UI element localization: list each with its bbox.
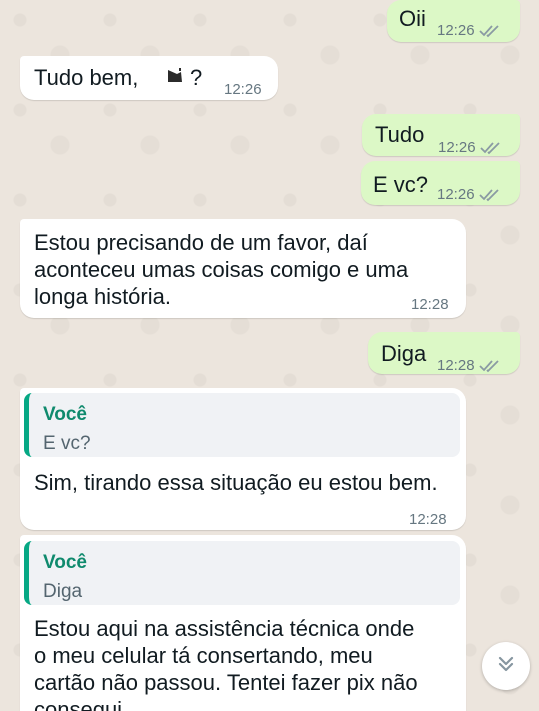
double-check-icon — [478, 24, 501, 38]
chat-area[interactable]: Oii 12:26 Tudo bem, ? 12:26 Tudo 12:26 E… — [0, 0, 539, 711]
message-outgoing[interactable]: Tudo 12:26 — [362, 114, 520, 156]
message-text: Sim, tirando essa situação eu estou bem. — [34, 470, 438, 495]
message-text: E vc? — [373, 172, 429, 197]
double-check-icon — [478, 359, 501, 373]
message-text: Diga — [381, 341, 427, 366]
message-text-line: aconteceu umas coisas comigo e uma — [34, 257, 409, 282]
message-time: 12:28 — [411, 296, 449, 313]
message-text-line: cartão não passou. Tentei fazer pix não — [34, 670, 418, 695]
message-text: Oii — [399, 6, 426, 31]
message-text: Tudo bem, — [34, 65, 139, 90]
quote-author: Você — [43, 552, 88, 573]
message-time: 12:28 — [437, 357, 475, 374]
message-text: Tudo — [375, 122, 425, 147]
scroll-to-bottom-button[interactable] — [482, 642, 530, 690]
message-text-line: o meu celular tá consertando, meu — [34, 643, 373, 668]
message-time: 12:26 — [437, 186, 475, 203]
message-outgoing[interactable]: Oii 12:26 — [387, 0, 520, 42]
quote-text: E vc? — [43, 433, 91, 454]
quoted-message[interactable]: Você Diga — [24, 541, 460, 605]
quote-author: Você — [43, 404, 88, 425]
message-time: 12:28 — [409, 511, 447, 528]
message-text-line: longa história. — [34, 284, 171, 309]
quoted-message[interactable]: Você E vc? — [24, 393, 460, 457]
message-incoming[interactable]: Tudo bem, ? 12:26 — [20, 56, 278, 100]
quote-text: Diga — [43, 581, 83, 602]
message-text-suffix: ? — [190, 65, 203, 90]
message-incoming[interactable]: Estou precisando de um favor, daí aconte… — [20, 219, 466, 318]
double-check-icon — [478, 188, 501, 202]
message-incoming-reply[interactable]: Você E vc? Sim, tirando essa situação eu… — [20, 388, 466, 530]
bulb-emoji-icon — [165, 65, 185, 92]
message-text-line: consegui — [34, 697, 123, 711]
message-time: 12:26 — [438, 139, 476, 156]
message-text-line: Estou aqui na assistência técnica onde — [34, 616, 415, 641]
message-outgoing[interactable]: Diga 12:28 — [368, 332, 520, 374]
message-text-line: Estou precisando de um favor, daí — [34, 230, 368, 255]
message-time: 12:26 — [224, 81, 262, 98]
message-incoming-reply[interactable]: Você Diga Estou aqui na assistência técn… — [20, 535, 466, 711]
chevron-double-down-icon — [496, 654, 516, 679]
message-time: 12:26 — [437, 22, 475, 39]
message-outgoing[interactable]: E vc? 12:26 — [361, 161, 520, 205]
double-check-icon — [479, 141, 502, 155]
